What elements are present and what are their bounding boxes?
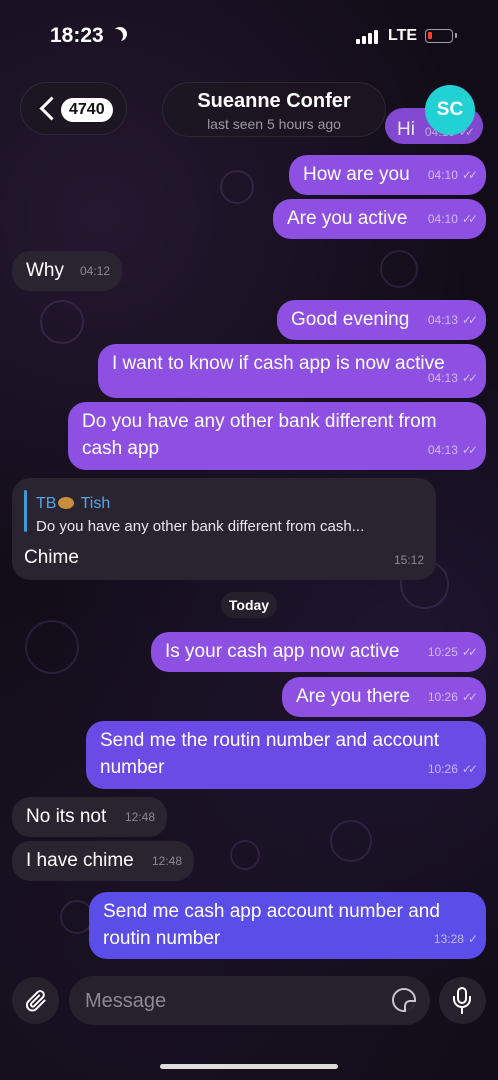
reply-sender-name: Tish <box>80 495 111 512</box>
status-bar: 18:23 LTE <box>0 0 498 72</box>
sticker-icon[interactable] <box>392 988 416 1012</box>
attach-button[interactable] <box>12 977 59 1024</box>
read-checkmarks-icon: ✓✓ <box>461 168 478 182</box>
message-time: 15:12 <box>393 553 424 567</box>
message-input-container[interactable] <box>69 976 430 1025</box>
message-text: Is your cash app now active <box>165 641 400 662</box>
back-button[interactable]: 4740 <box>20 82 127 135</box>
reply-quote-bar <box>24 490 27 532</box>
message-time: 13:28 <box>433 932 464 946</box>
message-bubble[interactable]: Is your cash app now active 10:25 ✓✓ <box>151 632 486 672</box>
network-label: LTE <box>388 27 418 44</box>
message-bubble[interactable]: Are you there 10:26 ✓✓ <box>282 677 486 717</box>
message-text: Good evening <box>291 309 410 330</box>
message-time: 04:12 <box>79 264 110 278</box>
message-text: Are you there <box>296 686 411 707</box>
message-text: I want to know if cash app is now active <box>112 353 445 374</box>
message-text-line: routin number <box>103 928 221 949</box>
message-time: 10:26 <box>427 690 458 704</box>
message-text: How are you <box>303 164 410 185</box>
chat-title[interactable]: Sueanne Confer last seen 5 hours ago <box>162 82 386 137</box>
reply-sender-prefix: TB <box>36 495 57 512</box>
message-text-line: Send me the routin number and account <box>100 730 440 751</box>
message-time: 04:13 <box>427 371 458 385</box>
read-checkmarks-icon: ✓✓ <box>461 212 478 226</box>
message-bubble[interactable]: Are you active 04:10 ✓✓ <box>273 199 486 239</box>
read-checkmarks-icon: ✓✓ <box>461 313 478 327</box>
read-checkmarks-icon: ✓✓ <box>461 443 478 457</box>
message-text: Hi <box>397 119 415 140</box>
contact-name: Sueanne Confer <box>197 90 351 112</box>
paperclip-icon <box>25 989 46 1011</box>
message-time: 10:26 <box>427 762 458 776</box>
home-indicator <box>160 1064 338 1069</box>
message-text-line: cash app <box>82 438 160 459</box>
message-time: 04:13 <box>427 313 458 327</box>
read-checkmarks-icon: ✓✓ <box>461 645 478 659</box>
message-bubble[interactable]: Send me the routin number and account nu… <box>86 721 486 789</box>
message-bubble[interactable]: Do you have any other bank different fro… <box>68 402 486 470</box>
message-time: 04:13 <box>427 443 458 457</box>
message-time: 04:10 <box>427 168 458 182</box>
message-bubble[interactable]: How are you 04:10 ✓✓ <box>289 155 486 195</box>
message-text: Why <box>26 260 64 281</box>
last-seen-status: last seen 5 hours ago <box>207 116 341 132</box>
message-time: 12:48 <box>124 810 155 824</box>
message-text-line: Send me cash app account number and <box>103 901 440 922</box>
message-text-line: number <box>100 757 165 778</box>
message-text-line: Do you have any other bank different fro… <box>82 411 437 432</box>
message-text: No its not <box>26 806 107 827</box>
message-text: I have chime <box>26 850 134 871</box>
message-bubble[interactable]: I have chime 12:48 <box>12 841 194 881</box>
message-text: Are you active <box>287 208 408 229</box>
date-separator: Today <box>221 592 277 618</box>
message-bubble[interactable]: TB Tish Do you have any other bank diffe… <box>12 478 436 580</box>
unread-count-badge: 4740 <box>61 98 113 122</box>
message-time: 10:25 <box>427 645 458 659</box>
reply-quoted-text: Do you have any other bank different fro… <box>36 518 365 535</box>
message-time: 12:48 <box>151 854 182 868</box>
message-time: 04:10 <box>427 212 458 226</box>
message-bubble[interactable]: Good evening 04:13 ✓✓ <box>277 300 486 340</box>
back-chevron-icon <box>39 96 64 121</box>
status-time: 18:23 <box>50 24 104 47</box>
avatar[interactable]: SC <box>425 85 475 135</box>
battery-icon <box>425 29 457 43</box>
voice-record-button[interactable] <box>439 977 486 1024</box>
signal-icon <box>356 30 378 44</box>
message-bubble[interactable]: Send me cash app account number and rout… <box>89 892 486 959</box>
message-input[interactable] <box>83 986 377 1016</box>
message-text: Chime <box>24 547 79 568</box>
message-bubble[interactable]: No its not 12:48 <box>12 797 167 837</box>
focus-moon-icon <box>109 29 123 43</box>
read-checkmarks-icon: ✓✓ <box>461 690 478 704</box>
delivered-checkmark-icon: ✓ <box>467 932 478 946</box>
read-checkmarks-icon: ✓✓ <box>461 371 478 385</box>
message-bubble[interactable]: I want to know if cash app is now active… <box>98 344 486 398</box>
message-bubble[interactable]: Why 04:12 <box>12 251 122 291</box>
potato-emoji-icon <box>58 497 75 509</box>
read-checkmarks-icon: ✓✓ <box>461 762 478 776</box>
